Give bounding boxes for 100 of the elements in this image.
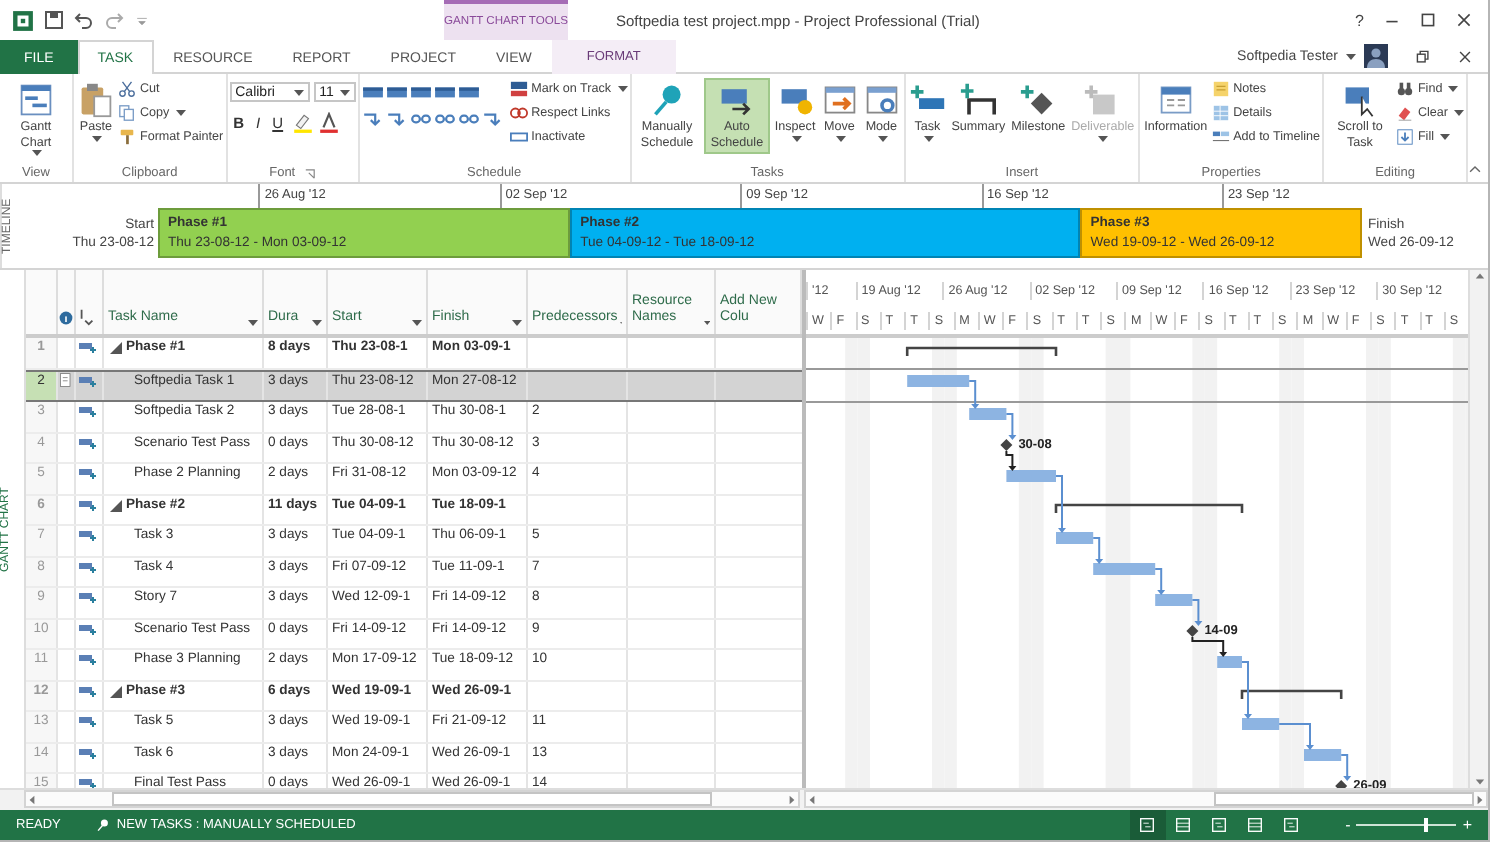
link-icon <box>509 104 528 122</box>
view-icon <box>1210 816 1229 834</box>
highlight-button[interactable] <box>291 111 314 133</box>
task-mode-icon <box>78 681 98 701</box>
indent-button[interactable] <box>385 108 408 130</box>
indent-button[interactable] <box>361 108 384 130</box>
box-icon <box>1084 82 1121 118</box>
copy-icon <box>117 104 136 122</box>
gantt-chart-icon <box>17 82 54 118</box>
task-mode-icon <box>78 743 98 763</box>
caret-icon <box>617 86 628 92</box>
task-mode-header-icon <box>78 308 96 326</box>
horizontal-scrollbar[interactable] <box>804 790 1488 808</box>
link-arrow <box>1191 636 1228 657</box>
caret-icon <box>877 135 888 141</box>
task-mode-icon <box>78 588 98 608</box>
timeline-icon <box>1211 128 1230 146</box>
scroll-left-icon <box>806 793 818 805</box>
save-icon <box>44 10 64 30</box>
link-arrow <box>968 380 980 409</box>
eraser-icon <box>1395 104 1414 122</box>
task-mode-icon <box>78 557 98 577</box>
view-icon <box>1246 816 1265 834</box>
app-icon <box>12 9 34 31</box>
zoom-out-button[interactable]: - <box>1345 816 1351 834</box>
caret-icon <box>512 320 522 326</box>
zoom-slider-thumb[interactable] <box>1424 818 1429 832</box>
highlighter-icon <box>291 111 314 133</box>
pin-icon <box>649 82 686 118</box>
arrow-icon <box>361 108 384 130</box>
milestone-diamond[interactable] <box>1000 439 1013 451</box>
horizontal-scrollbar[interactable] <box>24 790 800 808</box>
caret-icon <box>248 320 258 326</box>
arrow-icon <box>385 108 408 130</box>
view-icon <box>1174 816 1193 834</box>
fill-down-icon <box>1395 128 1414 146</box>
font-color-button[interactable] <box>317 111 340 133</box>
view-icon <box>1282 816 1301 834</box>
add-summary-icon <box>960 82 997 118</box>
redo-icon <box>104 10 124 30</box>
scroll-up-icon <box>1473 270 1485 282</box>
help-button[interactable]: ? <box>1355 11 1364 29</box>
outline-toggle-icon[interactable] <box>110 342 122 354</box>
font-color-icon <box>317 111 340 133</box>
outline-toggle-icon[interactable] <box>110 499 122 511</box>
scroll-right-icon <box>786 793 798 805</box>
indicator-icon <box>58 371 74 387</box>
caret-icon <box>835 135 846 141</box>
scroll-right-icon <box>1474 793 1486 805</box>
link-arrow <box>1191 599 1203 626</box>
link-arrow <box>1005 450 1017 471</box>
arrow-icon <box>481 108 504 130</box>
clipboard-icon <box>77 82 114 118</box>
summary-bracket <box>1240 689 1343 699</box>
calendar-icon <box>863 82 900 118</box>
caret-icon <box>703 320 710 326</box>
outline-bar-icon <box>509 128 528 146</box>
task-mode-icon <box>78 371 98 391</box>
task-mode-icon <box>78 712 98 732</box>
cursor-icon <box>1341 82 1378 118</box>
link-arrow <box>1092 537 1104 564</box>
caret-icon <box>923 135 934 141</box>
brush-icon <box>117 128 136 146</box>
table-icon <box>1211 104 1230 122</box>
caret-icon <box>31 150 42 156</box>
add-milestone-icon <box>1020 82 1057 118</box>
pin-icon <box>96 818 111 832</box>
caret-icon <box>1454 110 1465 116</box>
avatar <box>1364 44 1388 68</box>
note-icon <box>1211 80 1230 98</box>
caret-icon <box>1098 135 1109 141</box>
caret-icon <box>1448 86 1459 92</box>
task-mode-icon <box>78 619 98 639</box>
task-mode-icon <box>78 464 98 484</box>
dialog-launcher-icon <box>303 167 316 179</box>
close-icon <box>1458 49 1472 63</box>
task-mode-icon <box>78 526 98 546</box>
task-mode-icon <box>78 433 98 453</box>
view-icon <box>1138 816 1157 834</box>
indent-button[interactable] <box>481 108 504 130</box>
link-arrow <box>1154 568 1166 595</box>
customize-icon <box>134 12 150 28</box>
bar-icon <box>509 80 528 98</box>
zoom-in-button[interactable]: + <box>1462 816 1472 834</box>
caret-icon <box>91 135 102 141</box>
maximize-icon <box>1420 12 1436 28</box>
outline-toggle-icon[interactable] <box>110 685 122 697</box>
vertical-scrollbar[interactable] <box>1468 270 1488 788</box>
caret-icon <box>312 320 322 326</box>
scroll-left-icon <box>26 793 38 805</box>
milestone-diamond[interactable] <box>1186 625 1199 637</box>
task-mode-icon <box>78 495 98 515</box>
caret-icon <box>412 320 422 326</box>
link-arrow <box>1340 754 1352 781</box>
binoculars-icon <box>1395 80 1414 98</box>
undo-icon <box>74 10 94 30</box>
document-icon <box>1157 82 1194 118</box>
view-shortcut-button[interactable] <box>1129 810 1166 840</box>
caret-icon <box>339 89 350 95</box>
task-mode-icon <box>78 402 98 422</box>
